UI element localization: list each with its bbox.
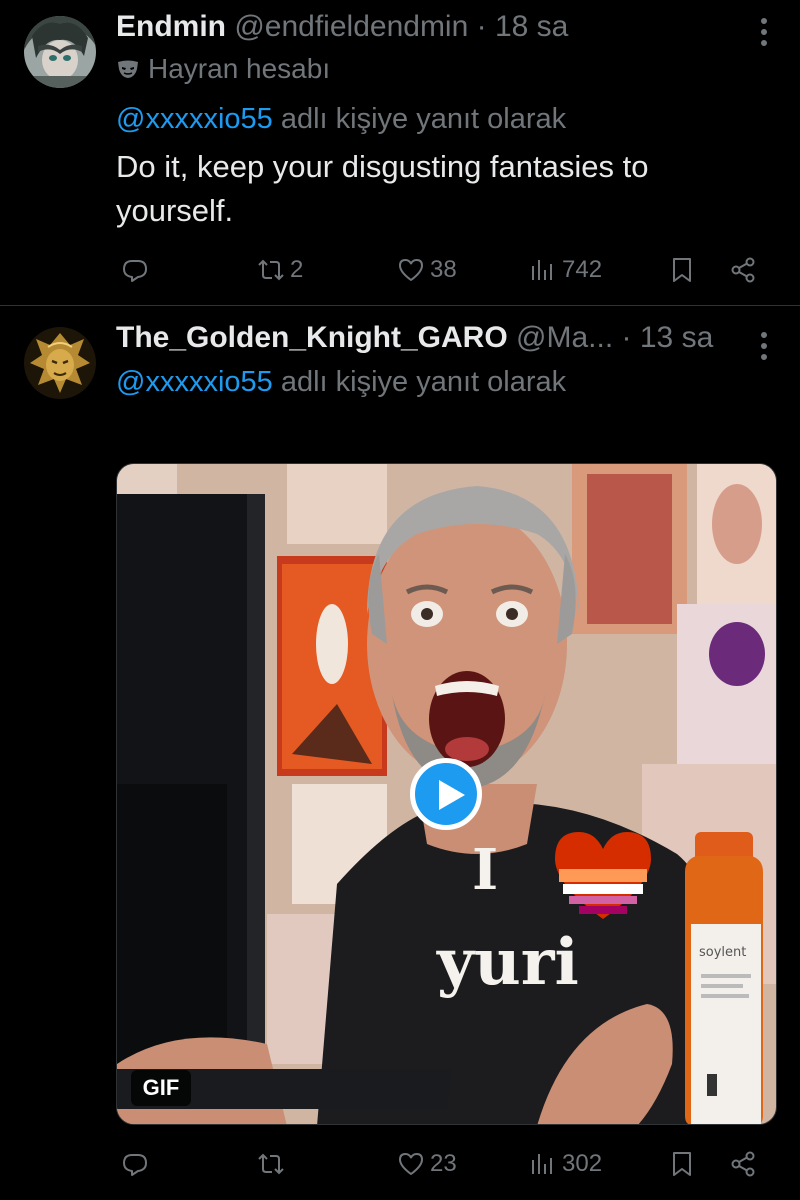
share-icon bbox=[731, 257, 755, 283]
retweet-icon bbox=[258, 1153, 284, 1175]
fan-account-label: Hayran hesabı bbox=[116, 50, 330, 88]
bookmark-button[interactable] bbox=[667, 248, 697, 292]
tweet-actions: 23 302 bbox=[116, 1142, 766, 1186]
reply-mention-link[interactable]: @xxxxxio55 bbox=[116, 366, 273, 398]
retweet-button[interactable] bbox=[256, 1142, 290, 1186]
replying-to: @xxxxxio55 adlı kişiye yanıt olarak bbox=[116, 362, 566, 402]
views-count: 302 bbox=[562, 1150, 603, 1177]
share-icon bbox=[731, 1151, 755, 1177]
heart-icon bbox=[399, 259, 423, 281]
fan-account-text: Hayran hesabı bbox=[148, 53, 331, 84]
tweet-text: Do it, keep your disgusting fantasies to… bbox=[116, 149, 649, 228]
bottle-label: soylent bbox=[699, 945, 746, 960]
tweet-actions: 2 38 742 bbox=[116, 248, 766, 292]
timestamp[interactable]: 18 sa bbox=[495, 10, 568, 43]
play-icon bbox=[439, 780, 465, 810]
handle[interactable]: @Ma... bbox=[516, 321, 613, 354]
like-count: 23 bbox=[430, 1150, 457, 1177]
separator-dot: · bbox=[476, 10, 487, 43]
bookmark-icon bbox=[673, 258, 691, 282]
reply-button[interactable] bbox=[120, 1142, 154, 1186]
retweet-icon bbox=[258, 259, 284, 281]
views-count: 742 bbox=[562, 256, 603, 283]
gif-media[interactable]: I yuri soylent GIF bbox=[116, 463, 777, 1125]
reply-button[interactable] bbox=[120, 248, 154, 292]
play-button[interactable] bbox=[410, 758, 482, 830]
tweet[interactable]: Endmin @endfieldendmin · 18 sa Hayran he… bbox=[0, 0, 800, 306]
gif-badge: GIF bbox=[131, 1070, 191, 1106]
views-icon bbox=[532, 1154, 552, 1174]
views-button[interactable]: 302 bbox=[528, 1142, 602, 1186]
shirt-text-i: I bbox=[472, 837, 498, 903]
retweet-button[interactable]: 2 bbox=[256, 248, 303, 292]
bookmark-button[interactable] bbox=[667, 1142, 697, 1186]
reply-context-text: adlı kişiye yanıt olarak bbox=[272, 366, 567, 398]
like-count: 38 bbox=[430, 256, 457, 283]
display-name[interactable]: The_Golden_Knight_GARO bbox=[116, 321, 508, 354]
reply-mention-link[interactable]: @xxxxxio55 bbox=[116, 103, 273, 135]
separator-dot: · bbox=[621, 321, 632, 354]
views-button[interactable]: 742 bbox=[528, 248, 602, 292]
avatar[interactable] bbox=[24, 16, 96, 88]
retweet-count: 2 bbox=[290, 256, 304, 283]
display-name[interactable]: Endmin bbox=[116, 10, 226, 43]
tweet-header: Endmin @endfieldendmin · 18 sa bbox=[116, 7, 730, 47]
more-dots-icon[interactable] bbox=[758, 330, 770, 362]
shirt-text-yuri: yuri bbox=[436, 925, 579, 1000]
replying-to: @xxxxxio55 adlı kişiye yanıt olarak bbox=[116, 99, 566, 139]
mask-icon bbox=[118, 60, 138, 78]
reply-icon bbox=[123, 260, 147, 282]
like-button[interactable]: 38 bbox=[396, 248, 457, 292]
heart-icon bbox=[399, 1153, 423, 1175]
timestamp[interactable]: 13 sa bbox=[640, 321, 713, 354]
reply-icon bbox=[123, 1154, 147, 1176]
tweet-header: The_Golden_Knight_GARO @Ma... · 13 sa bbox=[116, 318, 730, 358]
tweet[interactable]: The_Golden_Knight_GARO @Ma... · 13 sa @x… bbox=[0, 306, 800, 1200]
views-icon bbox=[532, 260, 552, 280]
more-dots-icon[interactable] bbox=[758, 16, 770, 48]
bookmark-icon bbox=[673, 1152, 691, 1176]
avatar[interactable] bbox=[24, 327, 96, 399]
reply-context-text: adlı kişiye yanıt olarak bbox=[272, 103, 567, 135]
like-button[interactable]: 23 bbox=[396, 1142, 457, 1186]
handle[interactable]: @endfieldendmin bbox=[234, 10, 468, 43]
share-button[interactable] bbox=[728, 1142, 758, 1186]
share-button[interactable] bbox=[728, 248, 758, 292]
